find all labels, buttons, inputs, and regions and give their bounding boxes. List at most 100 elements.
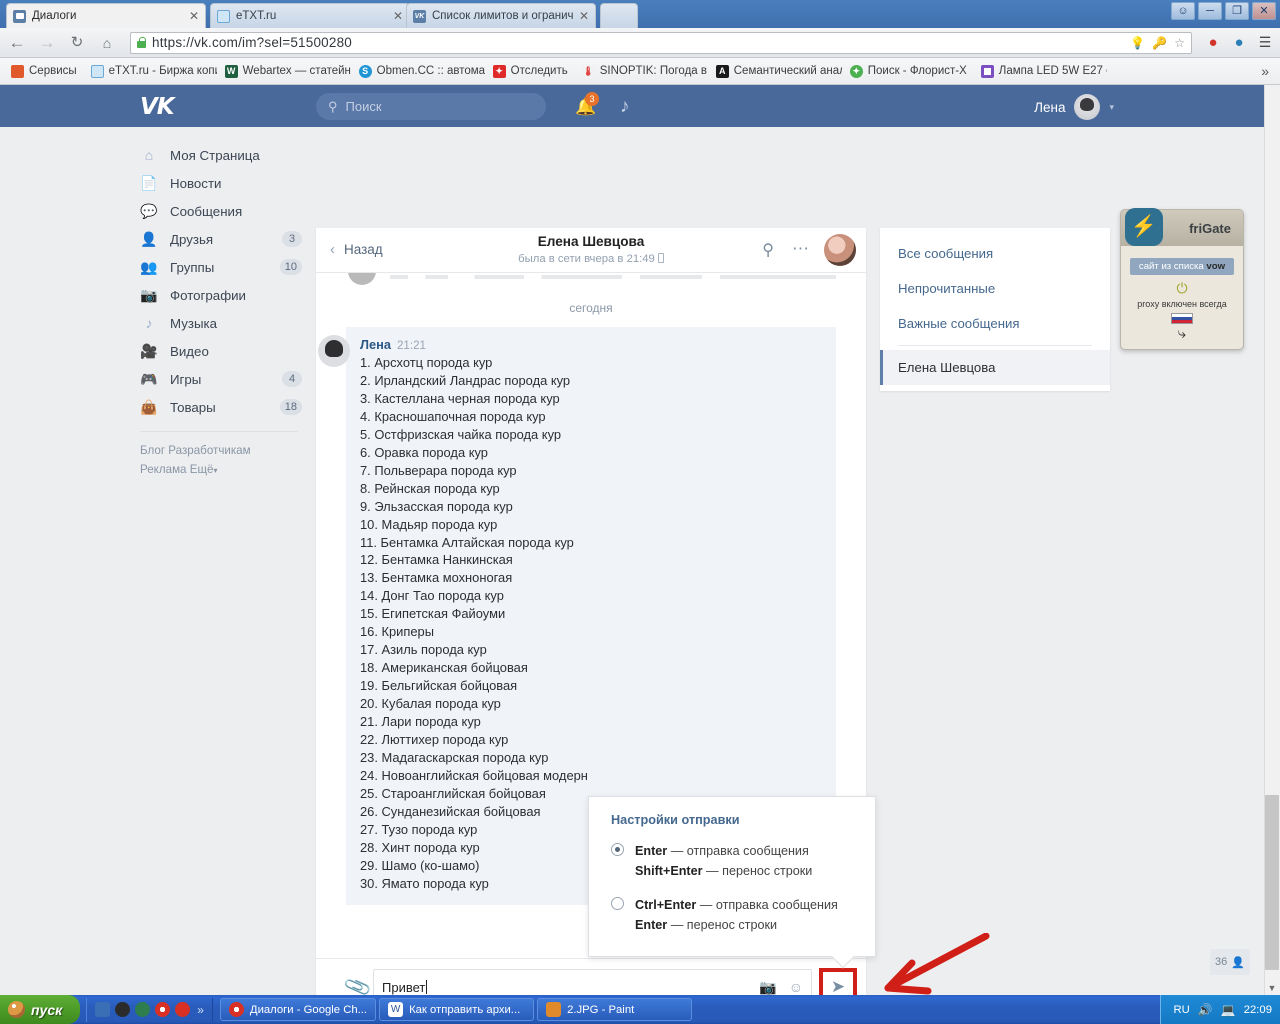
sidebar-item-video[interactable]: 🎥 Видео [140, 337, 310, 365]
filter-unread[interactable]: Непрочитанные [880, 271, 1110, 306]
clock[interactable]: 22:09 [1244, 1004, 1272, 1016]
chrome-icon[interactable] [155, 1002, 171, 1017]
send-button[interactable]: ➤ [819, 968, 857, 995]
message-author[interactable]: Лена [360, 337, 391, 352]
taskbar-window-chrome[interactable]: Диалоги - Google Ch... [219, 998, 377, 1021]
news-icon: 📄 [140, 174, 158, 191]
taskbar-window-paint[interactable]: 2.JPG - Paint [537, 998, 693, 1021]
paperclip-icon[interactable]: 📎 [342, 971, 374, 995]
restore-button[interactable]: ❐ [1225, 2, 1249, 20]
chat-icon: 💬 [140, 202, 158, 219]
reload-icon[interactable]: ↻ [66, 35, 88, 50]
shield-extension-icon[interactable]: ● [1204, 34, 1222, 52]
home-icon[interactable]: ⌂ [96, 36, 118, 50]
bookmark-label: Obmen.CC :: автомати [376, 65, 485, 77]
avatar[interactable] [824, 234, 856, 266]
footer-link-more[interactable]: Ещё [190, 463, 214, 476]
tab-close-icon[interactable]: ✕ [579, 9, 589, 23]
windows-taskbar: пуск » Диалоги - Google Ch... W Как отпр… [0, 995, 1280, 1024]
browser-tab-0[interactable]: Диалоги ✕ [6, 3, 206, 28]
vk-logo-icon[interactable]: VK [140, 94, 175, 120]
chevron-down-icon[interactable]: ▾ [213, 466, 217, 475]
start-button[interactable]: пуск [0, 995, 81, 1024]
radio-button[interactable] [611, 897, 624, 910]
desktop-icon[interactable] [95, 1002, 111, 1017]
opera-icon[interactable] [115, 1002, 131, 1017]
bookmark-item[interactable]: A Семантический анализ [710, 63, 842, 80]
message-input[interactable]: Привет 📷 ☺ [373, 969, 812, 995]
camera-icon[interactable]: 📷 [759, 979, 776, 996]
forward-arrow-icon[interactable]: → [36, 34, 58, 51]
send-settings-option-ctrl-enter[interactable]: Ctrl+Enter — отправка сообщения Enter — … [589, 881, 875, 935]
lightbulb-icon[interactable]: 💡 [1130, 36, 1145, 50]
chevron-down-icon[interactable]: ▾ [1109, 102, 1114, 113]
browser-tab-2[interactable]: VK Список лимитов и огранич ✕ [406, 3, 596, 28]
tab-title: eTXT.ru [236, 10, 277, 22]
back-arrow-icon[interactable]: ← [6, 34, 28, 51]
menu-icon[interactable]: ☰ [1256, 34, 1274, 52]
footer-link-blog[interactable]: Блог [140, 444, 165, 457]
close-button[interactable]: ✕ [1252, 2, 1276, 20]
quick-launch-overflow-icon[interactable]: » [197, 1003, 204, 1017]
sidebar-item-groups[interactable]: 👥 Группы 10 [140, 253, 310, 281]
sidebar-item-games[interactable]: 🎮 Игры 4 [140, 365, 310, 393]
bookmark-item[interactable]: 🌡 SINOPTIK: Погода в Ни [576, 63, 708, 80]
bookmark-item[interactable]: ✦ Поиск - Флорист-X [844, 63, 973, 80]
dialog-item-elena-shevtsova[interactable]: Елена Шевцова [880, 350, 1110, 385]
language-indicator[interactable]: RU [1173, 1004, 1189, 1016]
bookmark-item[interactable]: Лампа LED 5W E27 све [975, 63, 1107, 80]
bookmark-item[interactable]: S Obmen.CC :: автомати [353, 63, 485, 80]
pocket-extension-icon[interactable]: ● [1230, 34, 1248, 52]
vk-search-input[interactable]: ⚲ Поиск [316, 93, 546, 120]
message-line: 8. Рейнская порода кур [360, 480, 500, 496]
volume-icon[interactable]: 🔊 [1198, 1003, 1213, 1017]
network-icon[interactable]: 💻 [1221, 1003, 1236, 1017]
key-icon[interactable]: 🔑 [1152, 36, 1167, 50]
bookmark-item[interactable]: W Webartex — статейны [219, 63, 351, 80]
taskbar-window-label: Как отправить архи... [409, 1003, 521, 1016]
footer-link-developers[interactable]: Разработчикам [168, 444, 250, 457]
more-dots-icon[interactable]: ⋯ [792, 239, 810, 259]
address-bar[interactable]: https://vk.com/im?sel=51500280 💡 🔑 ☆ [130, 31, 1192, 54]
sidebar-item-my-page[interactable]: ⌂ Моя Страница [140, 141, 310, 169]
firefox-icon[interactable] [135, 1002, 151, 1017]
bookmark-item[interactable]: Сервисы [5, 63, 83, 80]
sidebar-item-messages[interactable]: 💬 Сообщения [140, 197, 310, 225]
yandex-icon[interactable] [175, 1002, 191, 1017]
tab-close-icon[interactable]: ✕ [393, 9, 403, 23]
tab-title: Список лимитов и огранич [432, 10, 573, 22]
compose-icons: 📷 ☺ [759, 979, 803, 996]
sidebar-item-news[interactable]: 📄 Новости [140, 169, 310, 197]
filter-all-messages[interactable]: Все сообщения [880, 236, 1110, 271]
browser-tab-1[interactable]: eTXT.ru ✕ [210, 3, 410, 28]
new-tab-button[interactable] [600, 3, 638, 28]
power-icon[interactable]: ⏻ [1121, 280, 1243, 297]
vk-user-menu[interactable]: Лена ▾ [1034, 94, 1114, 120]
smiley-icon[interactable]: ☺ [789, 979, 803, 995]
search-icon[interactable]: ⚲ [762, 240, 774, 260]
clipped-previous-message [316, 273, 866, 287]
scrollbar-thumb[interactable] [1265, 795, 1279, 970]
tab-close-icon[interactable]: ✕ [189, 9, 199, 23]
music-note-icon[interactable]: ♪ [620, 96, 630, 118]
bookmark-item[interactable]: ✦ Отследить [487, 63, 574, 80]
option-desc: — отправка сообщения [667, 844, 809, 858]
star-icon[interactable]: ☆ [1174, 36, 1185, 50]
taskbar-window-word[interactable]: W Как отправить архи... [379, 998, 535, 1021]
user-profile-icon[interactable]: ☺ [1171, 2, 1195, 20]
bookmark-item[interactable]: eTXT.ru - Биржа копир [85, 63, 217, 80]
radio-button-selected[interactable] [611, 843, 624, 856]
curved-arrow-icon[interactable]: ⤷ [1121, 325, 1243, 342]
footer-link-ads[interactable]: Реклама [140, 463, 187, 476]
sidebar-item-music[interactable]: ♪ Музыка [140, 309, 310, 337]
filter-important[interactable]: Важные сообщения [880, 306, 1110, 341]
minimize-button[interactable]: ─ [1198, 2, 1222, 20]
sidebar-item-goods[interactable]: 👜 Товары 18 [140, 393, 310, 421]
page-scrollbar[interactable]: ▼ [1264, 85, 1280, 995]
sidebar-item-friends[interactable]: 👤 Друзья 3 [140, 225, 310, 253]
scroll-down-arrow-icon[interactable]: ▼ [1266, 983, 1278, 993]
bookmarks-overflow-icon[interactable]: » [1261, 63, 1275, 79]
frigate-popup[interactable]: ⚡ friGate сайт из списка vow ⏻ proxy вкл… [1120, 208, 1244, 350]
sidebar-item-photos[interactable]: 📷 Фотографии [140, 281, 310, 309]
send-settings-option-enter[interactable]: Enter — отправка сообщения Shift+Enter —… [589, 827, 875, 881]
